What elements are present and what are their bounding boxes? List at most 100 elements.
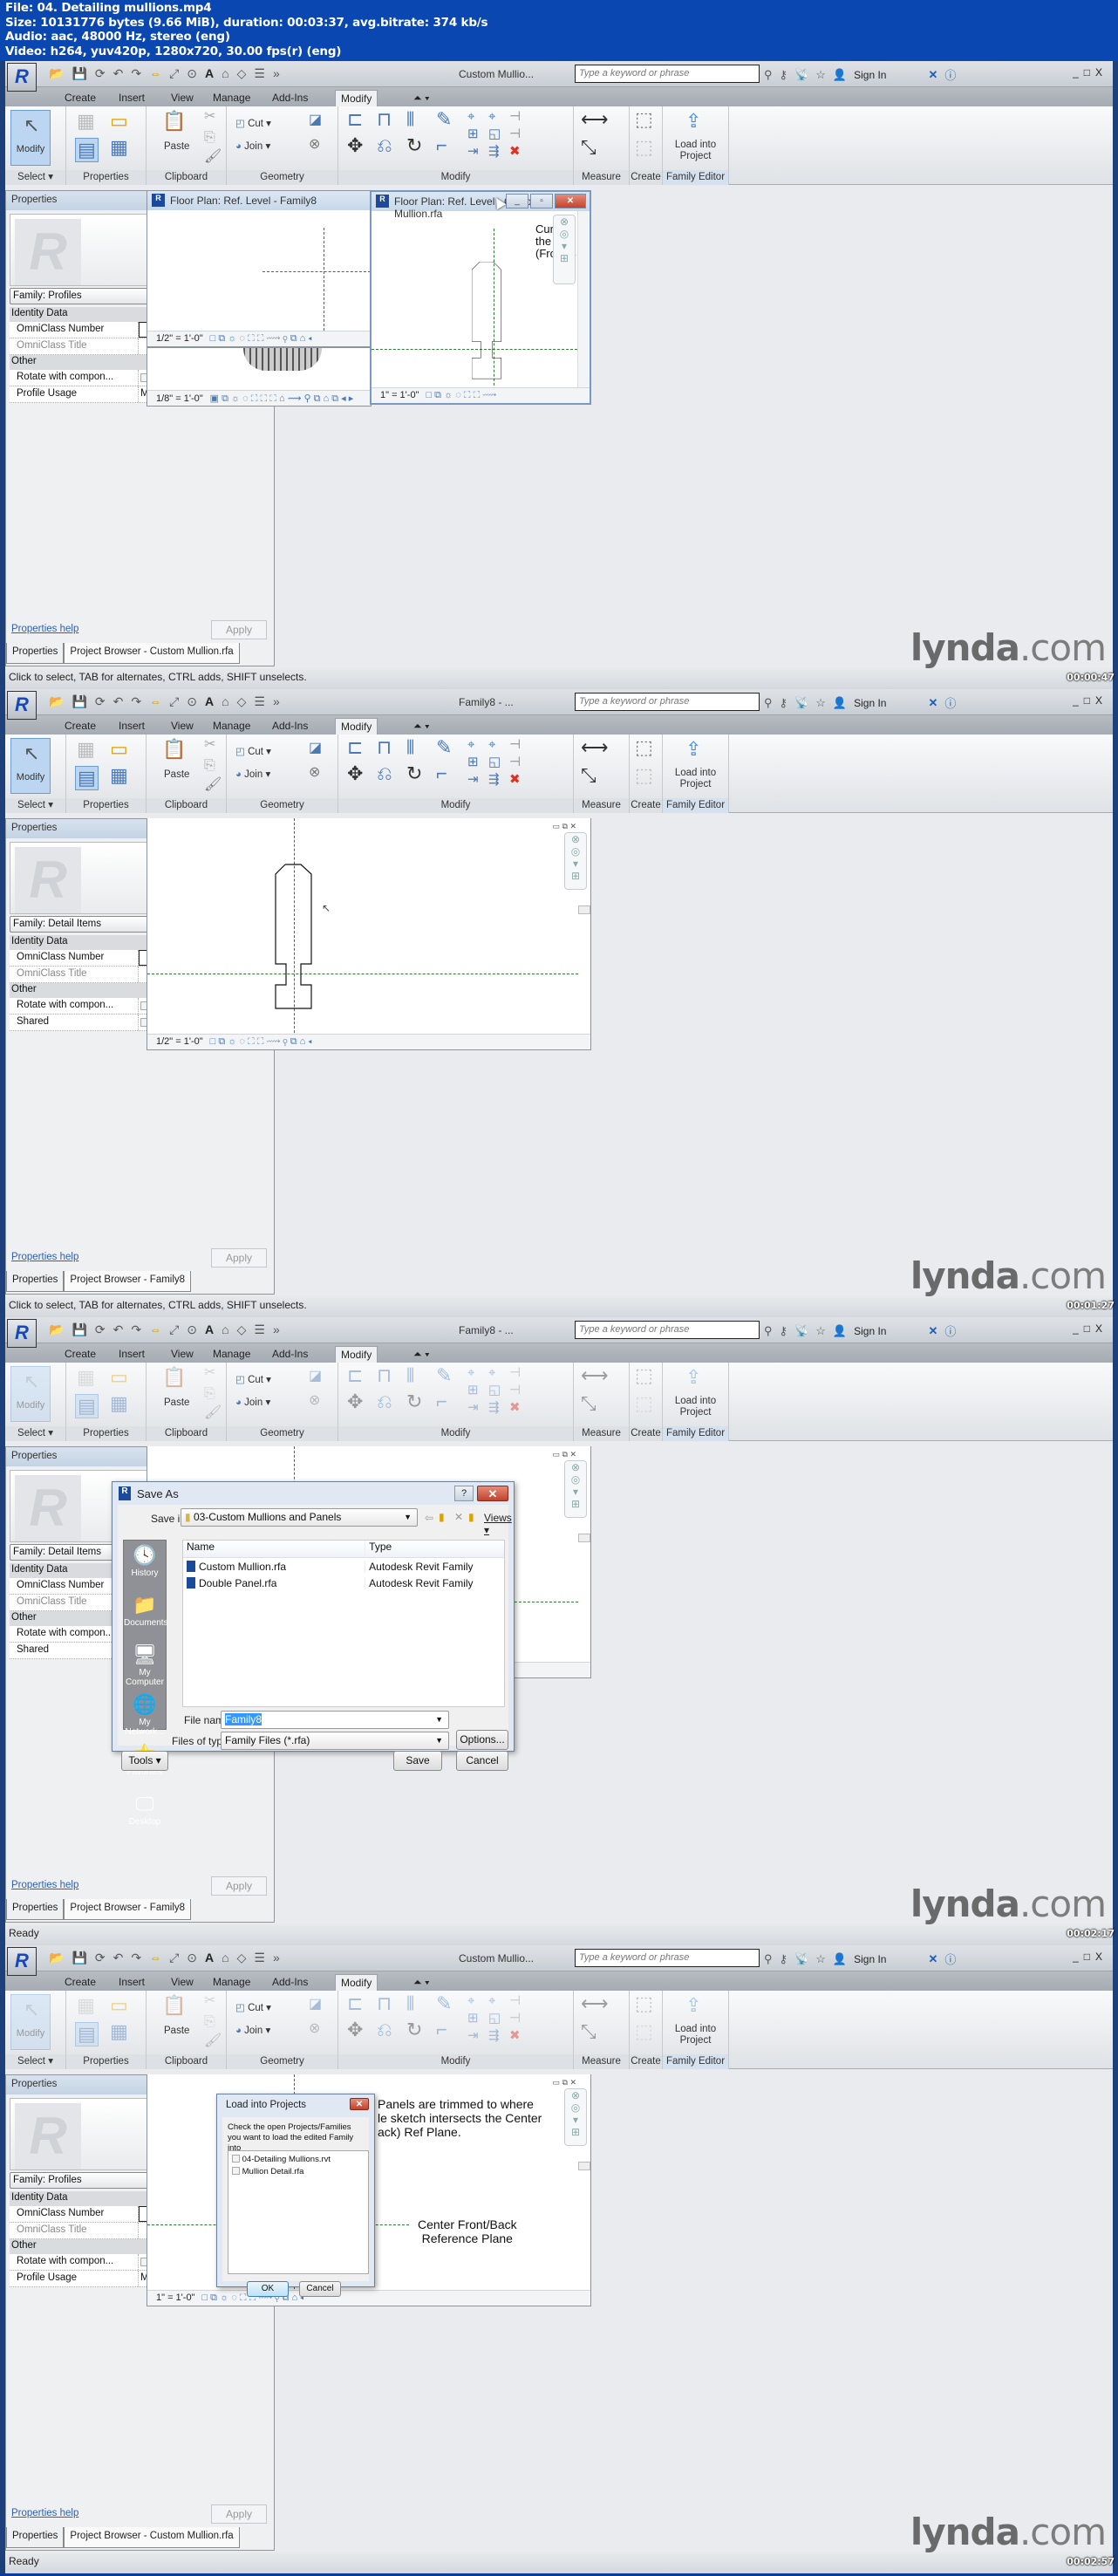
redo-icon[interactable]: ↷ bbox=[131, 694, 141, 709]
file-row[interactable]: Double Panel.rfa Autodesk Revit Family bbox=[183, 1575, 504, 1591]
mirror-draw-axis-icon[interactable]: ✎ bbox=[436, 1994, 452, 2013]
tab-manage[interactable]: Manage bbox=[208, 1346, 256, 1363]
user-icon[interactable]: 👤 bbox=[833, 1952, 847, 1966]
rotate-icon[interactable]: ↻ bbox=[406, 2020, 422, 2040]
measure-icon[interactable]: ⇔ bbox=[149, 694, 161, 709]
family-types-icon[interactable]: ▦ bbox=[110, 766, 128, 785]
wall-joins-icon[interactable]: ◪ bbox=[309, 1370, 322, 1384]
tab-view[interactable]: View bbox=[166, 90, 199, 106]
save-icon[interactable]: 💾 bbox=[72, 1951, 86, 1965]
search-input[interactable]: Type a keyword or phrase bbox=[575, 1949, 760, 1967]
extend-multiple-icon[interactable]: ⇶ bbox=[488, 145, 500, 158]
key-icon[interactable]: ⚷ bbox=[780, 1324, 788, 1338]
aligned-dimension-icon[interactable]: ⤡ bbox=[581, 138, 596, 157]
copy-element-icon[interactable]: ⎌ bbox=[377, 136, 392, 155]
modify-button[interactable]: ↖ Modify bbox=[10, 110, 51, 166]
options-button[interactable]: Options... bbox=[456, 1730, 508, 1750]
join-geometry-button[interactable]: ◕ Join ▾ bbox=[235, 1396, 270, 1408]
application-menu-button[interactable]: R bbox=[7, 1319, 37, 1348]
back-icon[interactable]: ⇦ bbox=[425, 1512, 433, 1524]
unpin-icon[interactable]: ⊣ bbox=[509, 1994, 521, 2007]
trim-extend-icon[interactable]: ⌐ bbox=[436, 1392, 447, 1411]
delete-icon[interactable]: ✕ bbox=[454, 1511, 463, 1523]
text-icon[interactable]: A bbox=[205, 1951, 214, 1965]
thin-lines-icon[interactable]: ☰ bbox=[254, 1322, 265, 1337]
select-dropdown[interactable]: Select ▾ bbox=[5, 798, 65, 813]
tab-create[interactable]: Create bbox=[59, 1974, 101, 1991]
measure-icon[interactable]: ⇔ bbox=[149, 1951, 161, 1965]
window-controls[interactable]: _□X bbox=[1073, 1951, 1108, 1963]
split-face-icon[interactable]: ⊗ bbox=[309, 2022, 320, 2036]
create-similar-icon[interactable]: ⬚ bbox=[635, 738, 653, 757]
view-controls-icons[interactable]: □ ⧉ ☼ ◌ ⛶ ⛶ ⟿ bbox=[426, 390, 496, 400]
type-properties-icon[interactable]: ▦ bbox=[77, 1996, 95, 2015]
create-group-icon[interactable]: ⬚ bbox=[635, 2022, 653, 2041]
new-folder-icon[interactable]: ▮ bbox=[468, 1511, 474, 1523]
tab-create[interactable]: Create bbox=[59, 1346, 101, 1363]
vertical-scrollbar[interactable] bbox=[577, 211, 590, 387]
scale-icon[interactable]: ◱ bbox=[488, 1384, 501, 1397]
view-window-controls[interactable]: ▭ ⧉ ✕ bbox=[553, 1450, 576, 1459]
measure-icon[interactable]: ⇔ bbox=[149, 66, 161, 81]
match-properties-icon[interactable]: 🖌 bbox=[204, 778, 222, 792]
apply-button[interactable]: Apply bbox=[211, 1876, 267, 1896]
modify-button[interactable]: ↖ Modify bbox=[10, 738, 51, 794]
tab-view[interactable]: View bbox=[166, 1346, 199, 1363]
pin-icon[interactable]: ⊣ bbox=[509, 127, 521, 140]
apply-button[interactable]: Apply bbox=[211, 2504, 267, 2524]
copy-icon[interactable]: ⎘ bbox=[204, 1387, 215, 1401]
reference-plane-horizontal[interactable] bbox=[262, 271, 371, 272]
exchange-icon[interactable]: ✕ bbox=[928, 1324, 937, 1338]
cut-geometry-button[interactable]: ◰ Cut ▾ bbox=[235, 1373, 271, 1385]
wall-joins-icon[interactable]: ◪ bbox=[309, 1998, 322, 2012]
pin-icon[interactable]: ⊣ bbox=[509, 2012, 521, 2025]
ribbon-minimize-toggle[interactable]: ⏶ ▾ bbox=[408, 1974, 435, 1991]
copy-icon[interactable]: ⎘ bbox=[204, 131, 215, 145]
rotate-icon[interactable]: ↻ bbox=[406, 136, 422, 155]
mirror-draw-axis-icon[interactable]: ✎ bbox=[436, 738, 452, 757]
array-icon[interactable]: ⊞ bbox=[467, 127, 479, 140]
split-element-icon[interactable]: ⌖ bbox=[467, 738, 474, 751]
satellite-icon[interactable]: 📡 bbox=[794, 1952, 808, 1966]
tab-manage[interactable]: Manage bbox=[208, 718, 256, 735]
tools-dropdown[interactable]: Tools ▾ bbox=[121, 1751, 168, 1771]
type-properties-icon[interactable]: ▦ bbox=[77, 1368, 95, 1387]
help-icon[interactable]: ⓘ bbox=[944, 1322, 956, 1339]
tab-insert[interactable]: Insert bbox=[113, 90, 150, 106]
split-face-icon[interactable]: ⊗ bbox=[309, 138, 320, 152]
application-menu-button[interactable]: R bbox=[7, 691, 37, 720]
section-icon[interactable]: ◇ bbox=[237, 694, 247, 709]
view-window-custom-mullion[interactable]: R Floor Plan: Ref. Level - Custom Mullion… bbox=[370, 190, 591, 405]
ribbon-minimize-toggle[interactable]: ⏶ ▾ bbox=[408, 1346, 435, 1363]
view-window-controls[interactable]: ▭ ⧉ ✕ bbox=[553, 822, 576, 831]
type-properties-icon[interactable]: ▦ bbox=[77, 112, 95, 131]
tab-add-ins[interactable]: Add-Ins bbox=[267, 1346, 313, 1363]
aligned-dimension-icon[interactable]: ⤡ bbox=[581, 766, 596, 785]
tab-project-browser[interactable]: Project Browser - Family8 bbox=[64, 1899, 192, 1920]
cut-icon[interactable]: ✂ bbox=[204, 738, 215, 752]
save-button[interactable]: Save bbox=[393, 1751, 442, 1771]
load-into-project-button[interactable]: Load into Project bbox=[663, 2024, 728, 2046]
search-input[interactable]: Type a keyword or phrase bbox=[575, 693, 760, 711]
application-menu-button[interactable]: R bbox=[7, 1947, 37, 1976]
family-types-icon[interactable]: ▦ bbox=[110, 1394, 128, 1413]
copy-element-icon[interactable]: ⎌ bbox=[377, 764, 392, 783]
open-icon[interactable]: 📂 bbox=[49, 66, 64, 81]
join-geometry-button[interactable]: ◕ Join ▾ bbox=[235, 768, 270, 780]
move-icon[interactable]: ✥ bbox=[347, 136, 363, 155]
delete-icon[interactable]: ✖ bbox=[509, 145, 521, 158]
satellite-icon[interactable]: 📡 bbox=[794, 1324, 808, 1338]
tab-project-browser[interactable]: Project Browser - Custom Mullion.rfa bbox=[64, 2527, 240, 2548]
close-button[interactable]: ✕ bbox=[350, 2098, 369, 2110]
properties-help-link[interactable]: Properties help bbox=[11, 2508, 78, 2518]
dimension-icon[interactable]: ⤢ bbox=[169, 66, 179, 81]
help-button[interactable]: ? bbox=[454, 1486, 474, 1501]
view-scale[interactable]: 1" = 1'-0" bbox=[156, 2292, 194, 2303]
mullion-profile-sketch[interactable] bbox=[472, 262, 533, 384]
rotate-icon[interactable]: ↻ bbox=[406, 1392, 422, 1411]
more-icon[interactable]: » bbox=[273, 1322, 280, 1337]
text-icon[interactable]: A bbox=[205, 1322, 214, 1337]
file-row[interactable]: Custom Mullion.rfa Autodesk Revit Family bbox=[183, 1558, 504, 1575]
delete-icon[interactable]: ✖ bbox=[509, 1401, 521, 1414]
tab-add-ins[interactable]: Add-Ins bbox=[267, 90, 313, 106]
